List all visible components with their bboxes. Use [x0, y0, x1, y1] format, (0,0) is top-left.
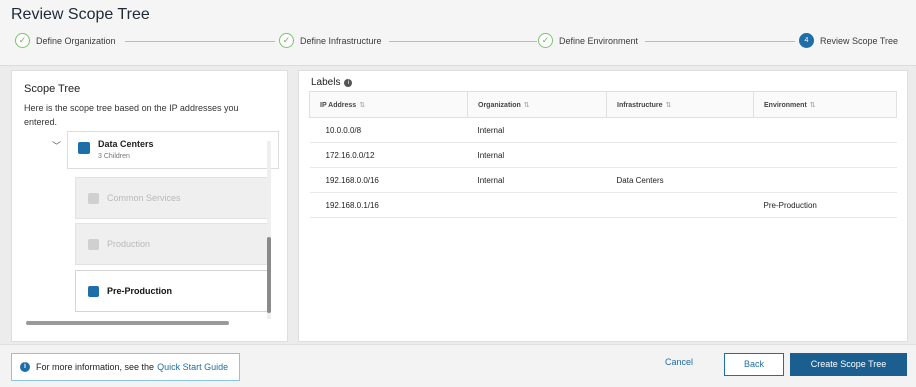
check-icon: ✓: [538, 33, 553, 48]
tree-node-name: Production: [107, 239, 151, 249]
step-connector: [125, 41, 275, 42]
cell-ip-address: 192.168.0.1/16: [309, 192, 468, 218]
step-number: 4: [799, 33, 814, 48]
tree-node-children-count: 3 Children: [98, 153, 130, 160]
table-row: 172.16.0.0/12 Internal: [309, 142, 897, 168]
vertical-scrollbar-thumb[interactable]: [267, 237, 271, 313]
cube-icon: [88, 286, 99, 297]
tree-node-pre-production[interactable]: Pre-Production: [75, 270, 268, 312]
cell-infrastructure: [606, 117, 754, 143]
labels-title: Labels: [311, 77, 341, 88]
sort-icon: ⇅: [665, 101, 672, 109]
step-label: Define Organization: [36, 35, 116, 46]
cell-environment: [753, 117, 897, 143]
cell-organization: Internal: [467, 142, 607, 168]
info-icon: i: [20, 362, 30, 372]
scope-tree-description: Here is the scope tree based on the IP a…: [24, 103, 239, 127]
cell-organization: Internal: [467, 167, 607, 193]
cell-ip-address: 192.168.0.0/16: [309, 167, 468, 193]
cell-ip-address: 10.0.0.0/8: [309, 117, 468, 143]
services-icon: [88, 193, 99, 204]
column-header-organization[interactable]: Organization ⇅: [467, 91, 607, 118]
info-icon[interactable]: i: [344, 78, 353, 87]
labels-table: IP Address ⇅ Organization ⇅ Infrastructure…: [309, 91, 897, 218]
sort-icon: ⇅: [809, 101, 816, 109]
tree-node-common-services[interactable]: Common Services: [75, 177, 268, 219]
back-button[interactable]: Back: [724, 353, 784, 376]
check-icon: ✓: [15, 33, 30, 48]
step-connector: [645, 41, 795, 42]
step-define-organization[interactable]: ✓ Define Organization: [15, 33, 116, 48]
tree-node-name: Common Services: [107, 193, 181, 203]
step-label: Define Environment: [559, 35, 639, 46]
step-label: Review Scope Tree: [820, 35, 899, 46]
header: Review Scope Tree ✓ Define Organization …: [0, 0, 916, 66]
chevron-down-icon[interactable]: ﹀: [52, 139, 61, 152]
tree-node-name: Pre-Production: [107, 286, 173, 296]
production-icon: [88, 239, 99, 250]
footer: i For more information, see the Quick St…: [0, 344, 916, 387]
table-row: 192.168.0.0/16 Internal Data Centers: [309, 167, 897, 193]
column-header-environment[interactable]: Environment ⇅: [753, 91, 897, 118]
tree-node-production[interactable]: Production: [75, 223, 268, 265]
horizontal-scrollbar-thumb[interactable]: [26, 321, 229, 325]
cancel-button[interactable]: Cancel: [665, 357, 693, 367]
sort-icon: ⇅: [359, 101, 366, 109]
sort-icon: ⇅: [523, 101, 530, 109]
cell-organization: Internal: [467, 117, 607, 143]
step-label: Define Infrastructure: [300, 35, 382, 46]
info-text: For more information, see the: [36, 362, 155, 372]
cell-environment: [753, 142, 897, 168]
check-icon: ✓: [279, 33, 294, 48]
quick-start-guide-link[interactable]: Quick Start Guide: [157, 362, 228, 372]
create-scope-tree-button[interactable]: Create Scope Tree: [790, 353, 907, 376]
step-connector: [389, 41, 537, 42]
step-define-environment[interactable]: ✓ Define Environment: [538, 33, 638, 48]
step-define-infrastructure[interactable]: ✓ Define Infrastructure: [279, 33, 382, 48]
wizard-steps: ✓ Define Organization ✓ Define Infrastru…: [15, 33, 908, 51]
tree-node-data-centers[interactable]: Data Centers 3 Children: [67, 131, 279, 169]
page-title: Review Scope Tree: [11, 6, 150, 23]
cell-infrastructure: [606, 192, 754, 218]
cell-organization: [467, 192, 607, 218]
tree-node-name: Data Centers: [98, 139, 154, 149]
column-header-ip-address[interactable]: IP Address ⇅: [309, 91, 468, 118]
scope-tree-panel: Scope Tree Here is the scope tree based …: [11, 70, 288, 342]
cube-icon: [78, 142, 90, 154]
table-row: 192.168.0.1/16 Pre-Production: [309, 192, 897, 218]
table-row: 10.0.0.0/8 Internal: [309, 117, 897, 143]
step-review-scope-tree[interactable]: 4 Review Scope Tree: [799, 33, 898, 48]
cell-infrastructure: Data Centers: [606, 167, 754, 193]
labels-heading: Labels i: [311, 77, 353, 88]
cell-environment: Pre-Production: [753, 192, 897, 218]
cell-infrastructure: [606, 142, 754, 168]
labels-panel: Labels i IP Address ⇅ Organization ⇅ Infra…: [298, 70, 908, 342]
info-banner: i For more information, see the Quick St…: [11, 353, 240, 381]
cell-ip-address: 172.16.0.0/12: [309, 142, 468, 168]
cell-environment: [753, 167, 897, 193]
column-header-infrastructure[interactable]: Infrastructure ⇅: [606, 91, 754, 118]
scope-tree-title: Scope Tree: [24, 83, 81, 95]
